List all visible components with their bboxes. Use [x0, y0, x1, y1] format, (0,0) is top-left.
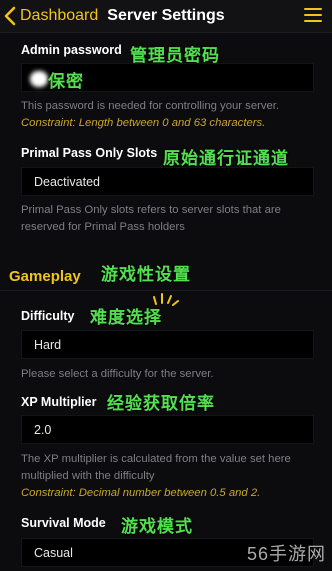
survival-mode-label: Survival Mode	[21, 516, 106, 530]
survival-mode-value: Casual	[34, 546, 73, 560]
primal-pass-help: Primal Pass Only slots refers to server …	[21, 204, 281, 233]
watermark: 56手游网	[246, 544, 326, 564]
hamburger-menu-icon[interactable]	[304, 8, 322, 22]
survival-mode-annotation: 游戏模式	[121, 517, 193, 536]
section-divider	[0, 290, 332, 291]
xp-multiplier-field[interactable]: 2.0	[21, 415, 314, 444]
page-title: Server Settings	[107, 7, 225, 24]
difficulty-annotation: 难度选择	[90, 308, 162, 327]
admin-password-help: This password is needed for controlling …	[21, 100, 280, 129]
xp-multiplier-annotation: 经验获取倍率	[107, 394, 215, 413]
gameplay-annotation: 游戏性设置	[101, 265, 191, 284]
admin-password-value-annotation: 保密	[48, 72, 84, 91]
gameplay-section-title: Gameplay	[9, 268, 81, 285]
admin-password-constraint: Constraint: Length between 0 and 63 char…	[21, 117, 266, 129]
difficulty-select[interactable]: Hard	[21, 330, 314, 359]
primal-pass-annotation: 原始通行证通道	[163, 149, 289, 168]
xp-multiplier-help: The XP multiplier is calculated from the…	[21, 453, 291, 499]
difficulty-label: Difficulty	[21, 309, 75, 323]
top-nav-bar: Dashboard Server Settings	[0, 0, 332, 33]
primal-pass-value: Deactivated	[34, 175, 101, 189]
primal-pass-label: Primal Pass Only Slots	[21, 146, 158, 160]
xp-multiplier-constraint: Constraint: Decimal number between 0.5 a…	[21, 487, 261, 499]
difficulty-value: Hard	[34, 338, 62, 352]
redacted-value	[30, 71, 48, 87]
xp-multiplier-label: XP Multiplier	[21, 395, 97, 409]
primal-pass-select[interactable]: Deactivated	[21, 167, 314, 196]
admin-password-label: Admin password	[21, 43, 122, 57]
difficulty-help: Please select a difficulty for the serve…	[21, 368, 214, 380]
xp-multiplier-value: 2.0	[34, 423, 52, 437]
